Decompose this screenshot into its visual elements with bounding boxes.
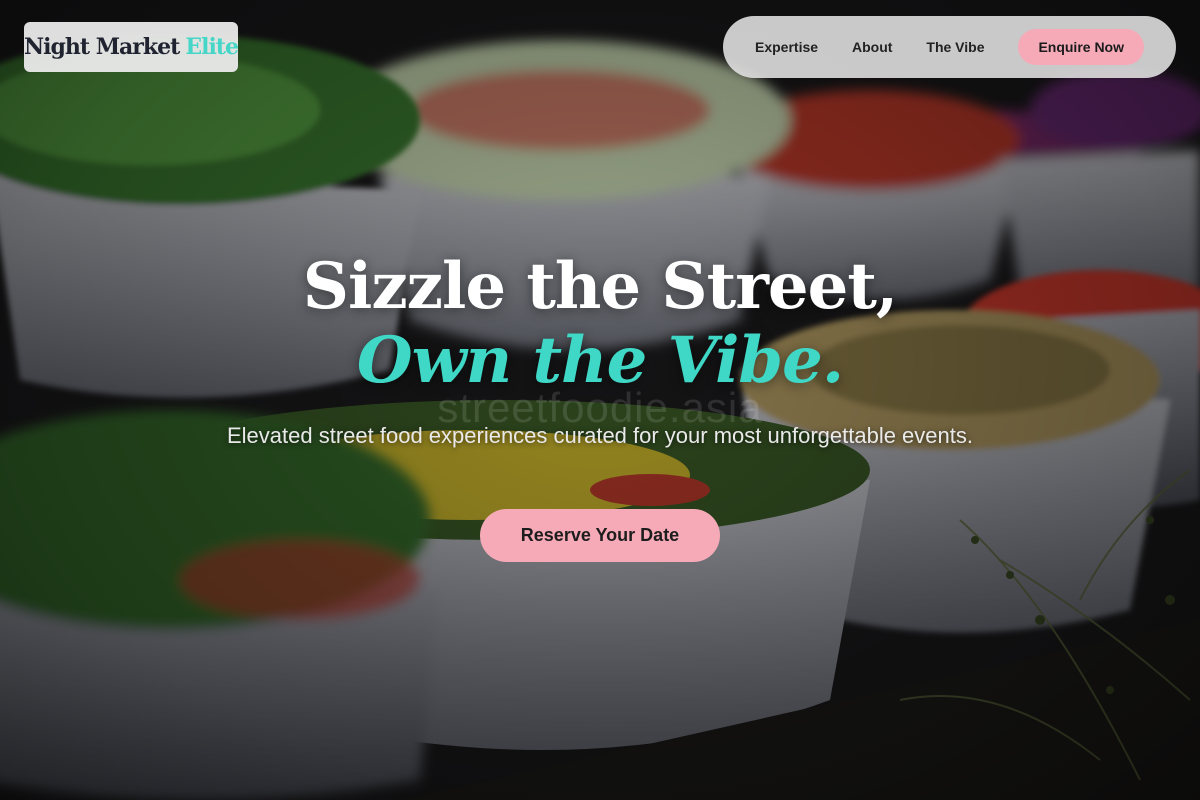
hero-title-line1: Sizzle the Street,	[302, 249, 898, 324]
logo-text: Night Market	[24, 34, 180, 60]
enquire-now-button[interactable]: Enquire Now	[1018, 29, 1144, 65]
hero-subtitle: Elevated street food experiences curated…	[227, 423, 973, 448]
reserve-date-button[interactable]: Reserve Your Date	[480, 509, 720, 562]
main-nav: Expertise About The Vibe Enquire Now	[723, 16, 1176, 78]
logo[interactable]: Night Market Elite	[24, 22, 239, 72]
hero-title: Sizzle the Street, Own the Vibe.	[0, 250, 1200, 398]
nav-link-about[interactable]: About	[852, 39, 892, 55]
nav-link-expertise[interactable]: Expertise	[755, 39, 818, 55]
logo-accent-text: Elite	[185, 34, 239, 60]
nav-link-the-vibe[interactable]: The Vibe	[926, 39, 984, 55]
